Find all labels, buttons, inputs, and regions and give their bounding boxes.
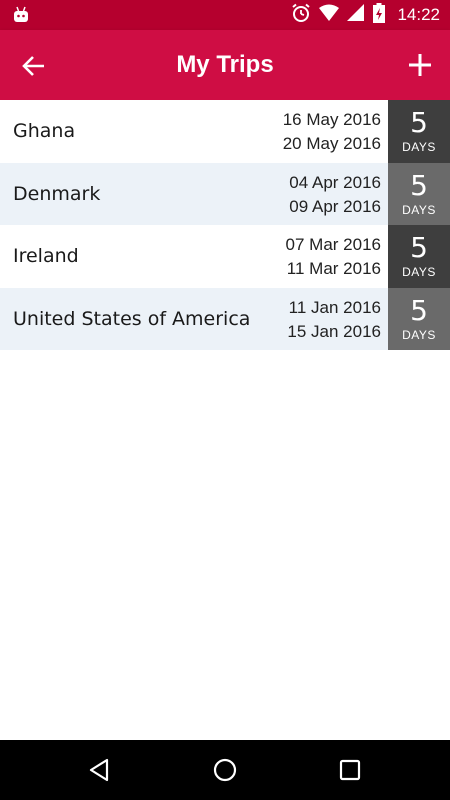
android-icon: [12, 6, 30, 28]
trip-country: United States of America: [13, 307, 251, 330]
status-bar: 14:22: [0, 0, 450, 30]
trip-row[interactable]: Ireland 07 Mar 2016 11 Mar 2016 5 DAYS: [0, 225, 450, 288]
trip-end-date: 15 Jan 2016: [287, 321, 381, 341]
signal-icon: [347, 4, 365, 26]
trip-country: Ghana: [13, 120, 76, 142]
trip-row[interactable]: United States of America 11 Jan 2016 15 …: [0, 287, 450, 350]
navigation-bar: [0, 740, 450, 800]
trip-row[interactable]: Denmark 04 Apr 2016 09 Apr 2016 5 DAYS: [0, 162, 450, 225]
trip-dates: 07 Mar 2016 11 Mar 2016: [286, 233, 381, 281]
alarm-icon: [291, 3, 311, 27]
nav-recents-button[interactable]: [336, 756, 364, 784]
trip-start-date: 07 Mar 2016: [285, 235, 381, 254]
trip-days-badge: 5 DAYS: [388, 287, 450, 350]
trip-row[interactable]: Ghana 16 May 2016 20 May 2016 5 DAYS: [0, 100, 450, 163]
trip-end-date: 20 May 2016: [282, 134, 381, 153]
back-triangle-icon: [89, 758, 109, 782]
home-circle-icon: [213, 758, 237, 782]
plus-icon: [409, 54, 431, 76]
trip-dates: 04 Apr 2016 09 Apr 2016: [289, 171, 381, 219]
trip-days-badge: 5 DAYS: [388, 162, 450, 225]
trip-country: Ireland: [13, 245, 79, 267]
trip-dates: 11 Jan 2016 15 Jan 2016: [287, 296, 381, 344]
trip-country: Denmark: [13, 182, 101, 205]
nav-back-button[interactable]: [86, 756, 114, 784]
trip-start-date: 04 Apr 2016: [289, 172, 381, 192]
trip-days-count: 5: [410, 293, 428, 327]
trip-start-date: 16 May 2016: [282, 110, 381, 129]
app-bar: My Trips: [0, 30, 450, 100]
trip-days-badge: 5 DAYS: [388, 100, 450, 163]
wifi-icon: [319, 4, 340, 26]
trip-days-label: DAYS: [402, 140, 436, 154]
trip-start-date: 11 Jan 2016: [288, 297, 381, 317]
battery-charging-icon: [373, 3, 386, 27]
recents-square-icon: [339, 759, 361, 781]
trip-days-label: DAYS: [402, 202, 436, 217]
trip-days-label: DAYS: [402, 265, 436, 279]
status-time: 14:22: [397, 5, 440, 24]
trip-dates: 16 May 2016 20 May 2016: [283, 108, 381, 156]
add-trip-button[interactable]: [406, 51, 434, 79]
page-title: My Trips: [176, 51, 274, 78]
trip-days-count: 5: [410, 168, 428, 202]
trip-days-count: 5: [410, 231, 428, 264]
trip-days-count: 5: [410, 106, 428, 139]
trip-days-label: DAYS: [402, 327, 436, 342]
trip-end-date: 11 Mar 2016: [286, 259, 381, 278]
nav-home-button[interactable]: [211, 756, 239, 784]
trip-days-badge: 5 DAYS: [388, 225, 450, 288]
trip-end-date: 09 Apr 2016: [289, 196, 381, 216]
trip-list: Ghana 16 May 2016 20 May 2016 5 DAYS Den…: [0, 100, 450, 350]
